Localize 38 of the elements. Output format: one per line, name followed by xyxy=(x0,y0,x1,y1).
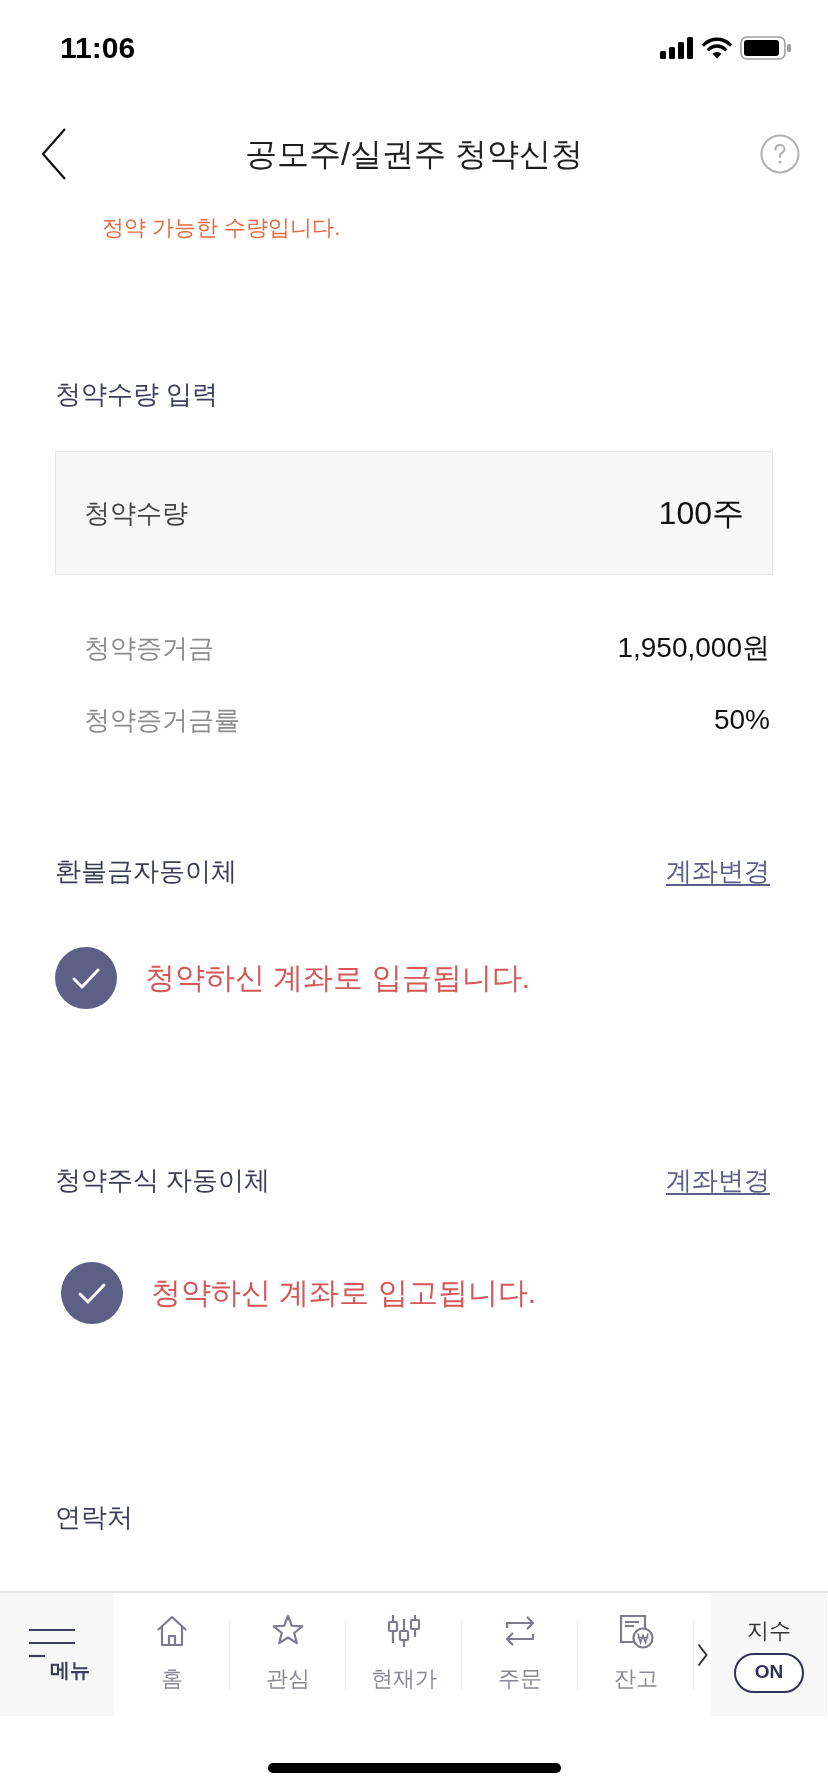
nav-tab[interactable]: 잔고 xyxy=(578,1593,693,1716)
wifi-icon xyxy=(702,37,732,59)
option-text: 청약하신 계좌로 입금됩니다. xyxy=(145,960,530,996)
nav-tab[interactable]: 홈 xyxy=(114,1593,229,1716)
notice-text: 정약 가능한 수량입니다. xyxy=(101,214,342,242)
index-label: 지수 xyxy=(747,1616,791,1645)
field-label: 청약수량 xyxy=(84,497,188,530)
menu-button[interactable]: 메뉴 xyxy=(0,1593,114,1716)
candlestick-icon xyxy=(385,1613,422,1649)
won-document-icon xyxy=(617,1613,654,1649)
help-icon xyxy=(760,134,800,174)
menu-icon xyxy=(29,1627,75,1658)
section-heading: 청약주식 자동이체 xyxy=(55,1164,271,1197)
checkbox-checked-icon[interactable] xyxy=(61,1262,123,1324)
signal-icon xyxy=(660,37,694,59)
checkbox-checked-icon[interactable] xyxy=(55,947,117,1009)
nav-tab[interactable]: 현재가 xyxy=(346,1593,461,1716)
nav-tab[interactable]: 주문 xyxy=(462,1593,577,1716)
info-label: 청약증거금 xyxy=(84,632,214,665)
quantity-field[interactable]: 청약수량 100주 xyxy=(55,451,773,575)
chevron-right-icon xyxy=(697,1642,708,1667)
section-heading: 청약수량 입력 xyxy=(54,378,220,411)
status-time: 11:06 xyxy=(60,30,136,66)
battery-icon xyxy=(740,36,792,60)
section-heading: 환불금자동이체 xyxy=(55,855,237,888)
change-account-link[interactable]: 계좌변경 xyxy=(666,1162,770,1198)
field-value: 100주 xyxy=(658,494,744,533)
info-value: 50% xyxy=(713,703,770,737)
option-text: 청약하신 계좌로 입고됩니다. xyxy=(151,1275,536,1311)
nav-tab[interactable]: 관심 xyxy=(230,1593,345,1716)
info-value: 1,950,000원 xyxy=(617,631,770,665)
back-button[interactable] xyxy=(40,127,68,181)
info-label: 청약증거금률 xyxy=(84,704,240,737)
page-title: 공모주/실권주 청약신청 xyxy=(244,135,584,174)
section-heading: 연락처 xyxy=(54,1501,134,1534)
back-icon xyxy=(41,128,67,180)
index-toggle-button[interactable]: ON xyxy=(734,1652,804,1693)
change-account-link[interactable]: 계좌변경 xyxy=(666,853,770,889)
